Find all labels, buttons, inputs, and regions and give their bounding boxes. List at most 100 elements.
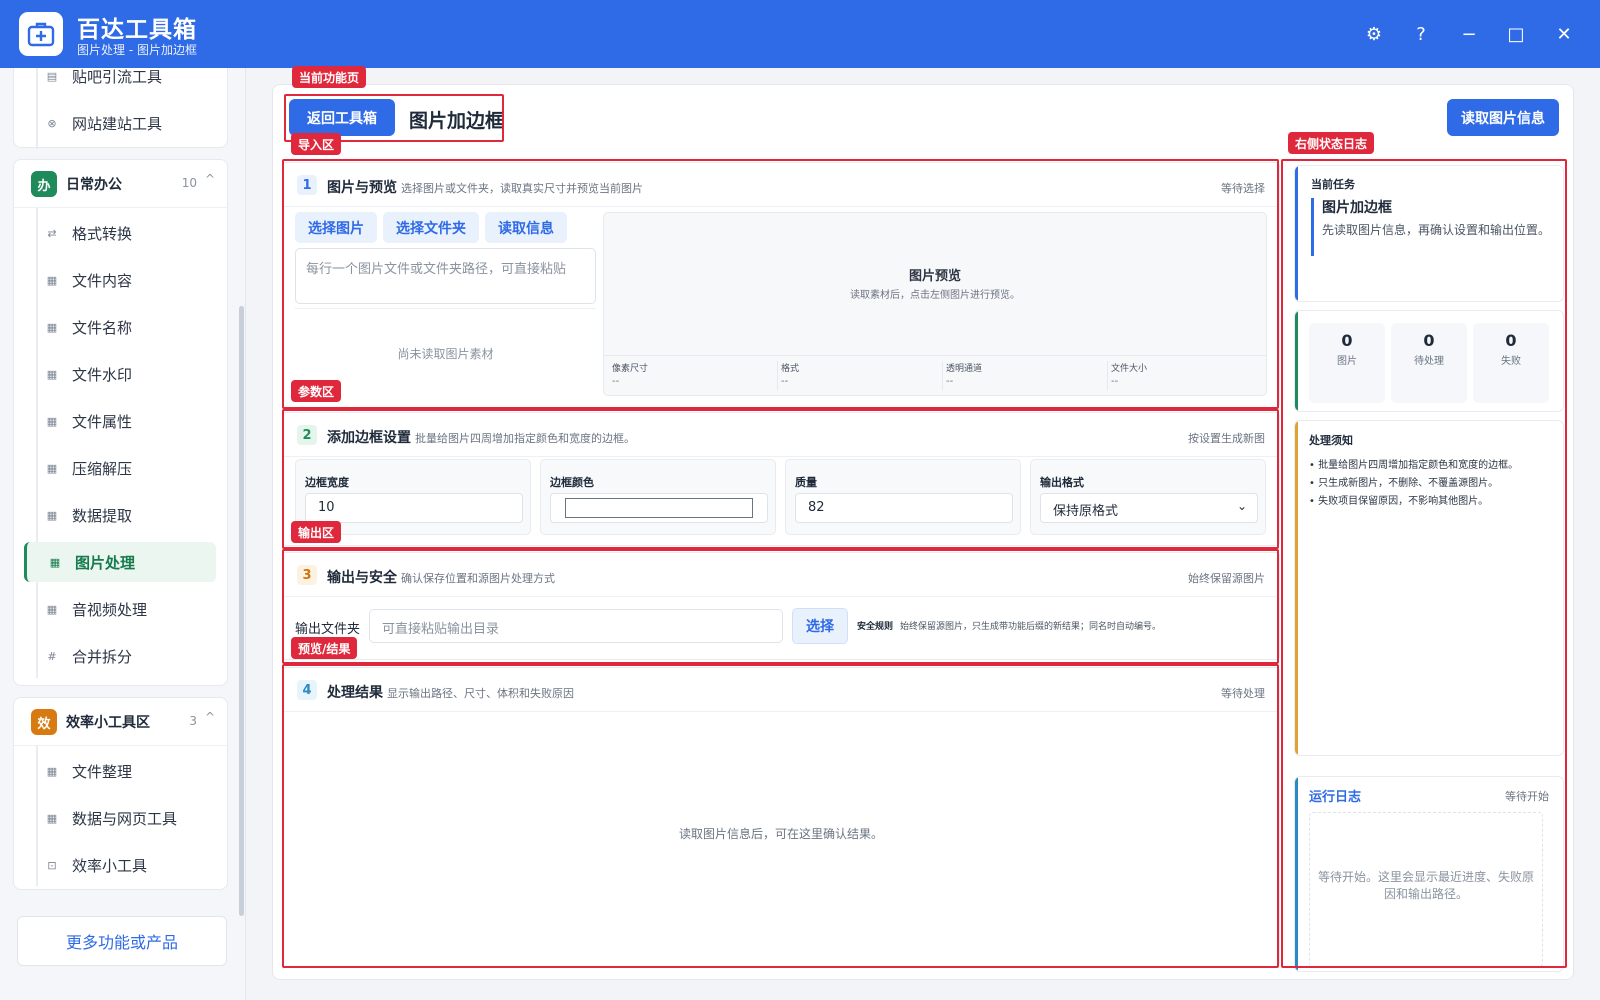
section-header: 2 添加边框设置 批量给图片四周增加指定颜色和宽度的边框。 按设置生成新图: [283, 413, 1279, 457]
hash-icon: #: [47, 649, 57, 663]
grid-icon: ▦: [49, 555, 61, 569]
border-color-picker[interactable]: [550, 493, 768, 523]
sidebar-item-merge-split[interactable]: # 合并拆分: [24, 636, 214, 676]
sidebar-item-website[interactable]: ⊗ 网站建站工具: [24, 103, 214, 143]
minimize-icon[interactable]: −: [1455, 20, 1483, 48]
paths-textarea[interactable]: 每行一个图片文件或文件夹路径，可直接粘贴: [295, 248, 596, 304]
group-header-office[interactable]: 办 日常办公 10 ^: [14, 160, 227, 208]
note-item: • 批量给图片四周增加指定颜色和宽度的边框。: [1309, 460, 1519, 471]
output-format-field: 输出格式 保持原格式 ⌄: [1030, 459, 1266, 535]
border-width-input[interactable]: 10: [305, 493, 523, 523]
globe-icon: ⊗: [47, 116, 57, 130]
task-label: 当前任务: [1311, 178, 1355, 191]
group-count: 3: [189, 714, 197, 728]
quality-input[interactable]: 82: [795, 493, 1013, 523]
section-status: 始终保留源图片: [1188, 572, 1265, 585]
sidebar-item-file-attributes[interactable]: ▦ 文件属性: [24, 401, 214, 441]
annotation-preview-result: 预览/结果: [291, 637, 358, 659]
safety-rule-label: 安全规则: [857, 622, 894, 632]
sidebar-group-top: ▤ 贴吧引流工具 ⊗ 网站建站工具: [13, 68, 228, 149]
select-image-button[interactable]: 选择图片: [295, 212, 377, 243]
section-title: 图片与预览: [327, 180, 397, 196]
meta-alpha-channel: 透明通道 --: [942, 361, 1102, 391]
notes-title: 处理须知: [1309, 434, 1353, 447]
annotation-param-area: 参数区: [291, 380, 342, 402]
section-title: 输出与安全: [327, 570, 397, 586]
grid-icon: ▦: [46, 414, 58, 428]
toolbox-logo-icon: [19, 12, 63, 56]
section-desc: 选择图片或文件夹，读取真实尺寸并预览当前图片: [401, 182, 643, 195]
sidebar: ▤ 贴吧引流工具 ⊗ 网站建站工具 办 日常办公 10 ^ ⇄ 格式转换 ▦ 文件内…: [0, 68, 246, 1000]
maximize-icon[interactable]: □: [1502, 20, 1530, 48]
section-number: 3: [297, 565, 317, 585]
note-item: • 失败项目保留原因，不影响其他图片。: [1309, 496, 1489, 507]
help-icon[interactable]: ?: [1407, 20, 1435, 48]
sidebar-item-audio-video[interactable]: ▦ 音视频处理: [24, 589, 214, 629]
image-preview-box[interactable]: 图片预览 读取素材后，点击左侧图片进行预览。 像素尺寸 -- 格式 -- 透明通道 -…: [603, 212, 1267, 396]
swap-icon: ⇄: [47, 226, 57, 240]
grid-icon: ▦: [46, 764, 58, 778]
choose-output-button[interactable]: 选择: [792, 608, 848, 644]
output-format-select[interactable]: 保持原格式 ⌄: [1040, 493, 1258, 523]
log-status: 等待开始: [1505, 790, 1549, 803]
task-desc: 先读取图片信息，再确认设置和输出位置。: [1322, 223, 1551, 237]
sidebar-item-compress[interactable]: ▦ 压缩解压: [24, 448, 214, 488]
stats-card: 0 图片 0 待处理 0 失败: [1294, 310, 1564, 412]
grid-icon: ▦: [46, 508, 58, 522]
sidebar-scrollbar[interactable]: [239, 306, 244, 916]
output-folder-label: 输出文件夹: [295, 622, 361, 637]
grid-icon: ▦: [46, 811, 58, 825]
log-area[interactable]: 等待开始。这里会显示最近进度、失败原因和输出路径。: [1309, 812, 1543, 967]
log-title: 运行日志: [1309, 790, 1362, 805]
output-folder-input[interactable]: 可直接粘贴输出目录: [369, 609, 783, 643]
section-header: 3 输出与安全 确认保存位置和源图片处理方式 始终保留源图片: [283, 553, 1279, 597]
grid-icon: ▦: [46, 320, 58, 334]
sidebar-item-file-name[interactable]: ▦ 文件名称: [24, 307, 214, 347]
more-features-button[interactable]: 更多功能或产品: [17, 916, 227, 966]
title-bar: 百达工具箱 图片处理 - 图片加边框 ⚙ ? − □ ✕: [0, 0, 1600, 68]
section-number: 2: [297, 425, 317, 445]
section-header: 1 图片与预览 选择图片或文件夹，读取真实尺寸并预览当前图片 等待选择: [283, 163, 1279, 207]
sidebar-item-data-extract[interactable]: ▦ 数据提取: [24, 495, 214, 535]
grid-icon: ▦: [46, 273, 58, 287]
read-info-button[interactable]: 读取信息: [485, 212, 567, 243]
section-title: 添加边框设置: [327, 430, 411, 446]
group-header-efficiency[interactable]: 效 效率小工具区 3 ^: [14, 698, 227, 746]
stat-failed: 0 失败: [1473, 323, 1549, 403]
sidebar-item-tieba[interactable]: ▤ 贴吧引流工具: [24, 68, 214, 96]
annotation-current-page: 当前功能页: [292, 66, 367, 88]
chevron-down-icon: ⌄: [1236, 499, 1247, 513]
app-subtitle: 图片处理 - 图片加边框: [77, 43, 197, 57]
stat-pending: 0 待处理: [1391, 323, 1467, 403]
back-to-toolbox-button[interactable]: 返回工具箱: [289, 99, 395, 136]
section-result: 4 处理结果 显示输出路径、尺寸、体积和失败原因 等待处理 读取图片信息后，可在…: [282, 667, 1280, 967]
log-empty-text: 等待开始。这里会显示最近进度、失败原因和输出路径。: [1317, 870, 1534, 901]
read-image-info-button[interactable]: 读取图片信息: [1447, 99, 1559, 136]
color-swatch: [565, 498, 753, 518]
grid-icon: ▦: [46, 602, 58, 616]
select-folder-button[interactable]: 选择文件夹: [383, 212, 479, 243]
annotation-import-area: 导入区: [291, 133, 342, 155]
grid-icon: ▦: [46, 367, 58, 381]
section-status: 等待处理: [1221, 687, 1265, 700]
chevron-up-icon: ^: [204, 172, 215, 186]
sidebar-item-format-convert[interactable]: ⇄ 格式转换: [24, 213, 214, 253]
section-output: 3 输出与安全 确认保存位置和源图片处理方式 始终保留源图片: [282, 552, 1280, 660]
efficiency-badge-icon: 效: [31, 709, 57, 735]
preview-title: 图片预览: [908, 269, 961, 284]
sidebar-item-file-organize[interactable]: ▦ 文件整理: [24, 751, 214, 791]
section-title: 处理结果: [327, 685, 383, 701]
sidebar-group-efficiency: 效 效率小工具区 3 ^ ▦ 文件整理 ▦ 数据与网页工具 ⊡ 效率小工具: [13, 697, 228, 890]
sidebar-item-file-watermark[interactable]: ▦ 文件水印: [24, 354, 214, 394]
sidebar-item-efficiency-tools[interactable]: ⊡ 效率小工具: [24, 845, 214, 885]
settings-gear-icon[interactable]: ⚙: [1360, 20, 1388, 48]
section-status: 等待选择: [1221, 182, 1265, 195]
section-desc: 显示输出路径、尺寸、体积和失败原因: [387, 687, 574, 700]
page-title: 图片加边框: [409, 110, 505, 132]
sidebar-item-file-content[interactable]: ▦ 文件内容: [24, 260, 214, 300]
close-icon[interactable]: ✕: [1550, 20, 1578, 48]
sidebar-item-image-processing[interactable]: ▦ 图片处理: [24, 542, 216, 582]
task-title: 图片加边框: [1322, 200, 1392, 216]
sidebar-item-data-web-tools[interactable]: ▦ 数据与网页工具: [24, 798, 214, 838]
section-desc: 确认保存位置和源图片处理方式: [401, 572, 555, 585]
